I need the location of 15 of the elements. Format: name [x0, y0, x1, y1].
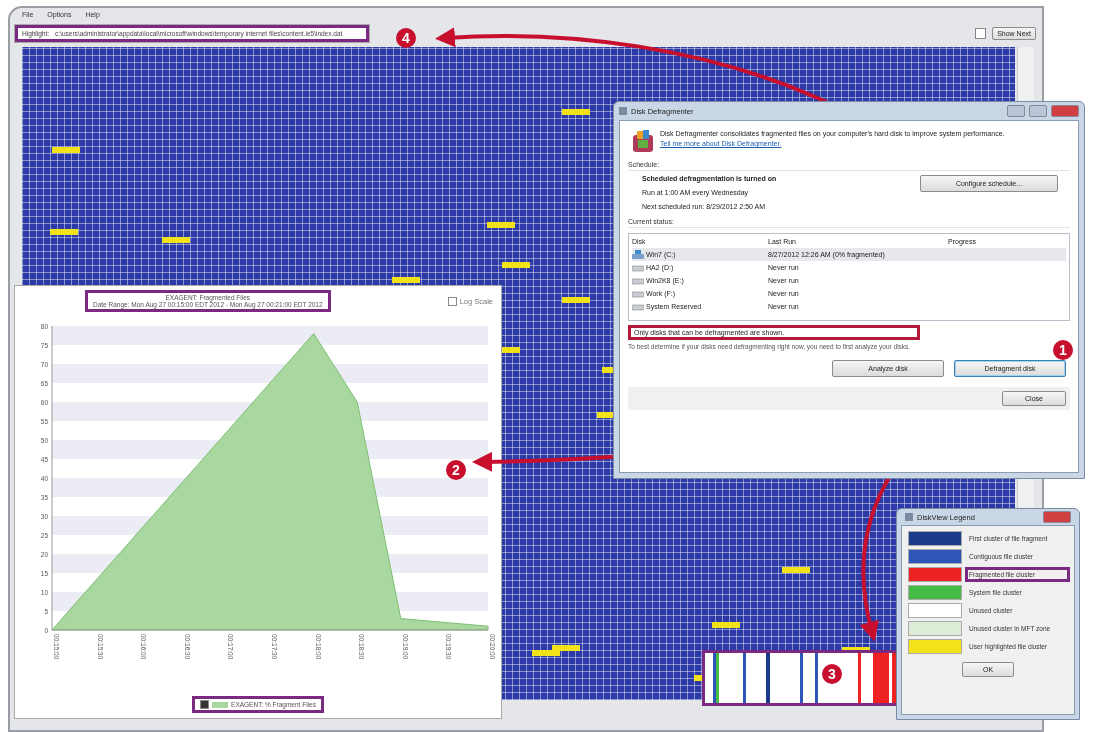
checkbox[interactable] [975, 28, 987, 39]
maximize-button[interactable] [1029, 105, 1047, 117]
checkbox[interactable] [447, 296, 457, 306]
defrag-app-icon [632, 129, 654, 153]
minimize-button[interactable] [1007, 105, 1025, 117]
close-button[interactable] [1051, 105, 1079, 117]
drive-icon [632, 276, 644, 285]
close-button[interactable] [1043, 511, 1071, 523]
drive-windows-icon [632, 250, 644, 259]
checkbox[interactable] [200, 700, 210, 709]
legend-swatch [212, 701, 229, 708]
app-icon [905, 513, 913, 521]
drive-icon [632, 263, 644, 272]
drive-icon [632, 289, 644, 298]
drive-icon [632, 302, 644, 311]
